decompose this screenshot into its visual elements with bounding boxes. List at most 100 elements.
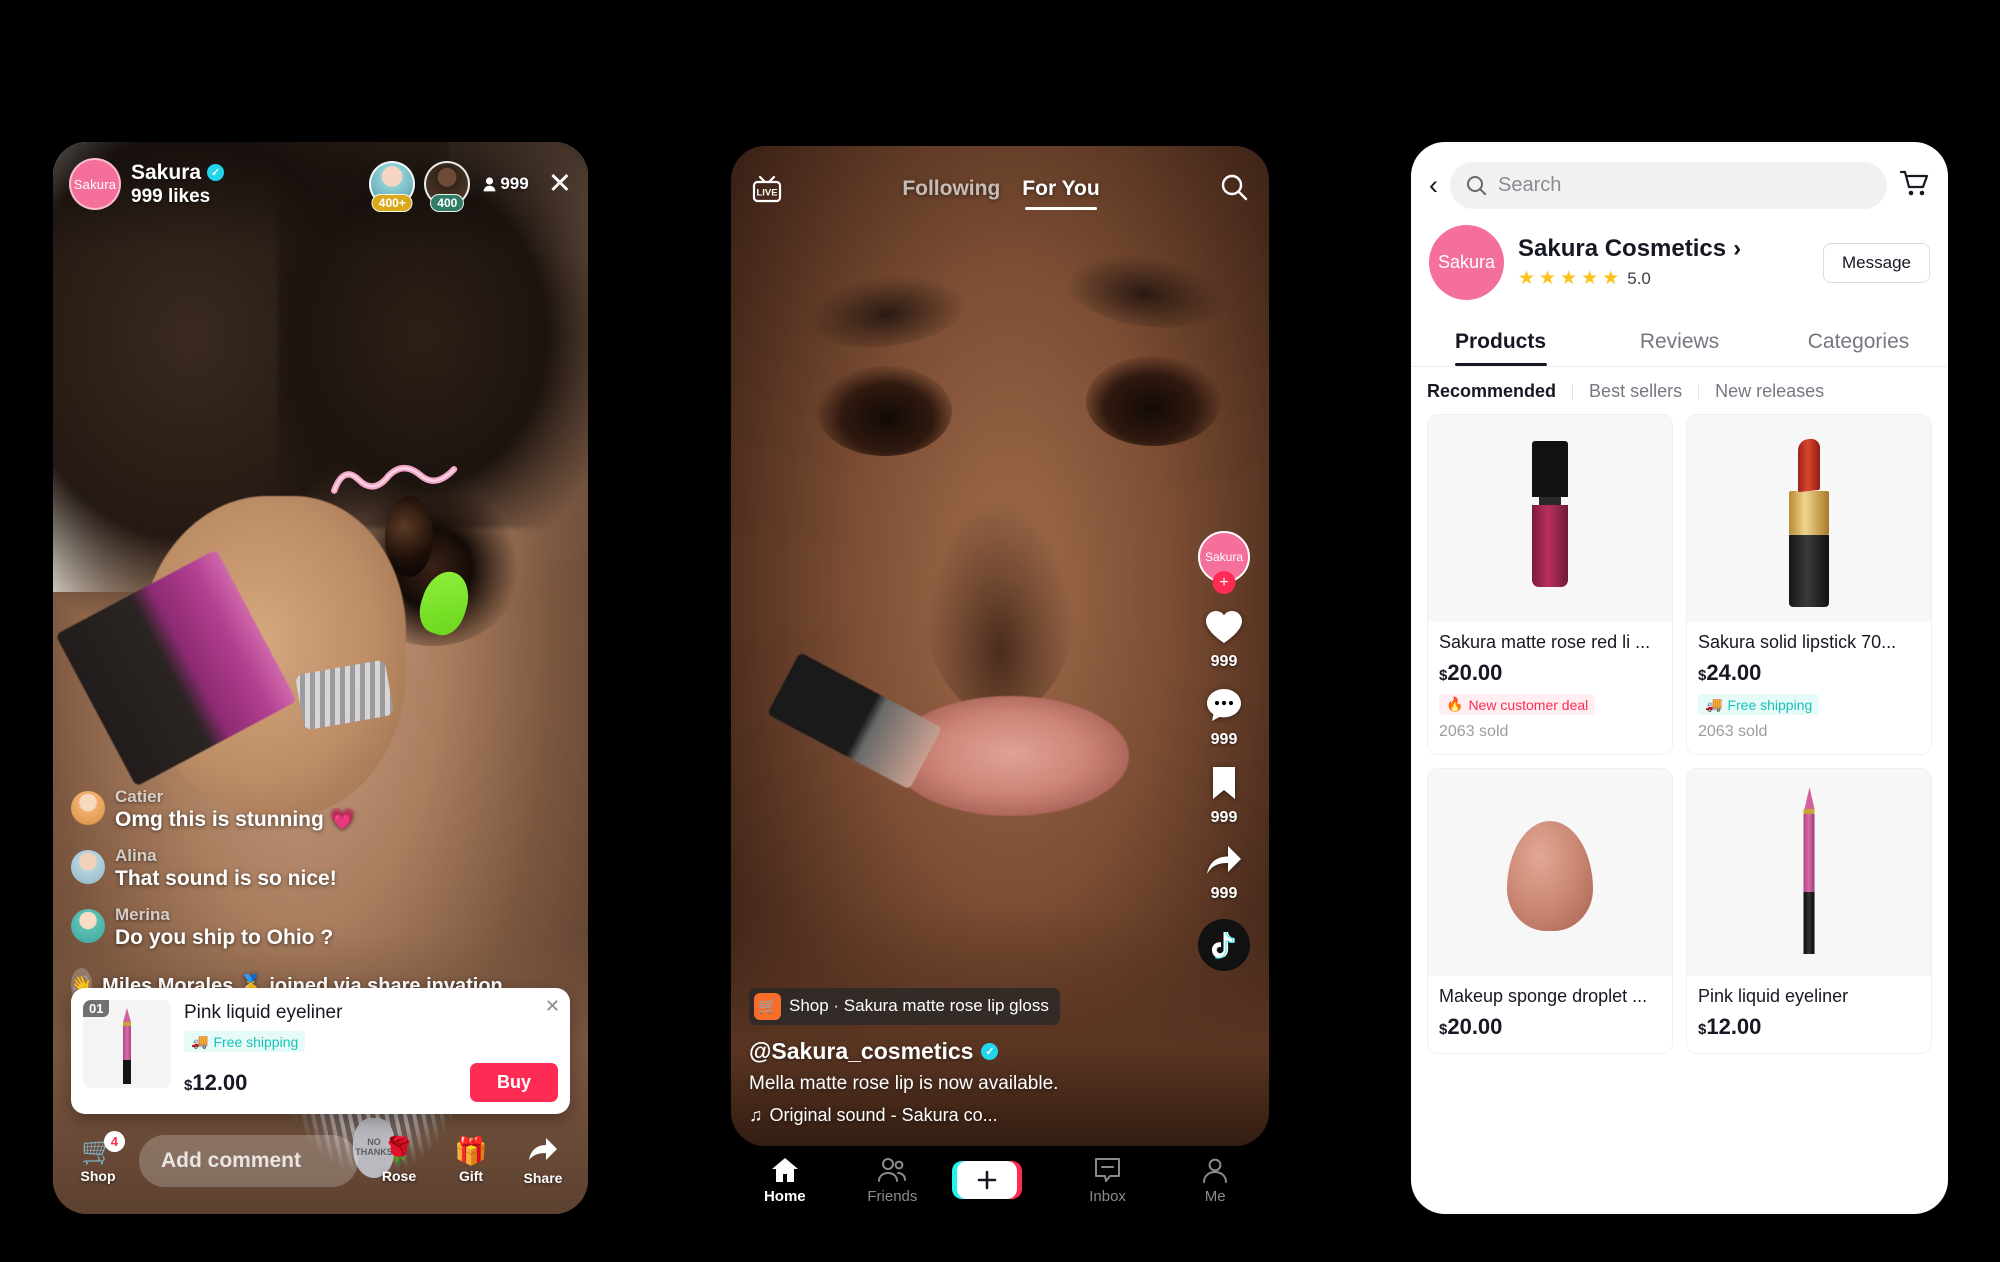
product-name: Pink liquid eyeliner	[1698, 986, 1849, 1006]
list-item: Alina That sound is so nice!	[71, 846, 491, 891]
eyeliner-art	[123, 1008, 131, 1084]
close-icon[interactable]: ✕	[545, 996, 560, 1017]
top-viewer-2[interactable]: 400	[424, 161, 471, 212]
share-button[interactable]: Share	[512, 1136, 574, 1186]
star-icon: ★	[1581, 268, 1599, 289]
profile-icon	[1172, 1156, 1258, 1184]
comment-user: Catier	[115, 787, 164, 806]
home-icon	[742, 1156, 828, 1184]
product-thumbnail: 01	[83, 1000, 171, 1088]
tab-for-you[interactable]: For You	[1022, 177, 1100, 210]
tab-categories[interactable]: Categories	[1769, 316, 1948, 366]
like-button[interactable]: 999	[1193, 609, 1255, 671]
product-name: Sakura matte rose red li ...	[1439, 632, 1651, 652]
product-name: Makeup sponge droplet ...	[1439, 986, 1648, 1006]
product-image	[1428, 415, 1672, 622]
comment-body: Merina Do you ship to Ohio ?	[115, 905, 333, 950]
product-price: $24.00	[1698, 660, 1920, 686]
status-badge-label: Free shipping	[213, 1033, 299, 1050]
shop-chip[interactable]: 🛒 Shop · Sakura matte rose lip gloss	[749, 987, 1060, 1025]
product-price: $12.00	[184, 1070, 247, 1096]
price-value: 12.00	[192, 1069, 248, 1095]
rose-button[interactable]: 🌹 Rose	[368, 1138, 430, 1185]
store-logo[interactable]: Sakura	[1429, 225, 1504, 300]
message-button[interactable]: Message	[1823, 242, 1930, 283]
nav-friends[interactable]: Friends	[849, 1156, 935, 1205]
tab-reviews[interactable]: Reviews	[1590, 316, 1769, 366]
like-count: 999	[1210, 653, 1238, 670]
top-viewer-1[interactable]: 400+	[369, 161, 416, 212]
cart-icon[interactable]	[1899, 169, 1930, 203]
bookmark-button[interactable]: 999	[1193, 765, 1255, 827]
buy-button[interactable]: Buy	[469, 1063, 558, 1102]
feed-bottom-nav: Home Friends Inbox Me	[731, 1146, 1269, 1214]
live-header-right: 400+ 400 999 ✕	[369, 161, 572, 212]
product-card[interactable]: Sakura matte rose red li ... $20.00 🔥 Ne…	[1427, 414, 1673, 755]
status-badge-label: New customer deal	[1468, 696, 1589, 713]
comment-body: Catier Omg this is stunning 💗	[115, 787, 356, 832]
gift-icon: 🎁	[454, 1136, 488, 1166]
status-badge: 🚚 Free shipping	[1698, 694, 1820, 715]
subtab-recommended[interactable]: Recommended	[1427, 381, 1572, 402]
tab-products[interactable]: Products	[1411, 316, 1590, 366]
plus-icon[interactable]: +	[1212, 571, 1236, 594]
author-avatar[interactable]: Sakura +	[1198, 531, 1250, 594]
video-nose	[924, 496, 1076, 716]
create-button[interactable]	[951, 1161, 1022, 1199]
sound-row[interactable]: ♫ Original sound - Sakura co...	[749, 1105, 1079, 1126]
comment-button[interactable]: 999	[1193, 687, 1255, 749]
nav-create[interactable]	[951, 1161, 1043, 1199]
live-header: Sakura Sakura ✓ 999 likes 400+ 400 999 ✕	[69, 158, 572, 212]
host-info: Sakura ✓ 999 likes	[131, 161, 225, 208]
video-eye-left	[817, 366, 952, 456]
truck-icon: 🚚	[1705, 696, 1723, 712]
avatar	[71, 791, 105, 825]
store-info: Sakura Cosmetics › ★ ★ ★ ★ ★ 5.0	[1518, 235, 1741, 290]
chevron-right-icon: ›	[1733, 235, 1742, 262]
nav-friends-label: Friends	[867, 1187, 918, 1205]
live-product-card[interactable]: 01 Pink liquid eyeliner 🚚 Free shipping …	[71, 988, 570, 1114]
host-avatar[interactable]: Sakura	[69, 158, 121, 210]
shop-header: ‹ Search	[1411, 142, 1948, 215]
store-name-row[interactable]: Sakura Cosmetics ›	[1518, 235, 1741, 263]
share-button[interactable]: 999	[1193, 843, 1255, 903]
viewer-count-label: 999	[500, 174, 529, 193]
tab-following[interactable]: Following	[902, 177, 1000, 201]
tiktok-note-icon[interactable]	[1198, 919, 1250, 971]
nav-me[interactable]: Me	[1172, 1156, 1258, 1205]
live-tv-icon[interactable]: LIVE	[751, 174, 783, 204]
heart-icon	[1193, 609, 1255, 651]
search-input[interactable]: Search	[1450, 162, 1887, 209]
feed-action-rail: Sakura + 999 999 999 999	[1193, 531, 1255, 971]
search-icon[interactable]	[1219, 172, 1249, 207]
product-image	[1687, 415, 1931, 622]
close-icon[interactable]: ✕	[548, 169, 572, 199]
host-name-row: Sakura ✓	[131, 161, 225, 185]
price-value: 12.00	[1706, 1014, 1762, 1039]
subtab-best-sellers[interactable]: Best sellers	[1573, 381, 1698, 402]
product-card[interactable]: Pink liquid eyeliner $12.00	[1686, 768, 1932, 1054]
share-arrow-icon	[1193, 843, 1255, 883]
product-title: Pink liquid eyeliner	[184, 1002, 343, 1023]
chevron-left-icon[interactable]: ‹	[1429, 172, 1438, 199]
nav-home[interactable]: Home	[742, 1156, 828, 1205]
author-row[interactable]: @Sakura_cosmetics ✓	[749, 1038, 1079, 1065]
gift-button[interactable]: 🎁 Gift	[440, 1136, 502, 1185]
product-card[interactable]: Makeup sponge droplet ... $20.00	[1427, 768, 1673, 1054]
nav-home-label: Home	[763, 1187, 806, 1205]
viewer-count[interactable]: 999	[483, 174, 529, 194]
product-card[interactable]: Sakura solid lipstick 70... $24.00 🚚 Fre…	[1686, 414, 1932, 755]
lipstick-art	[1789, 437, 1829, 607]
product-price: $12.00	[1698, 1014, 1920, 1040]
gift-label: Gift	[458, 1168, 484, 1184]
shop-tabs: Products Reviews Categories	[1411, 316, 1948, 367]
subtab-new-releases[interactable]: New releases	[1699, 381, 1840, 402]
product-info: Sakura matte rose red li ... $20.00 🔥 Ne…	[1428, 622, 1672, 754]
nav-inbox[interactable]: Inbox	[1065, 1156, 1151, 1205]
share-count: 999	[1210, 885, 1238, 902]
phone-feed: LIVE Following For You Sakura + 999 999 …	[731, 146, 1269, 1146]
add-comment-input[interactable]: Add comment	[139, 1135, 358, 1187]
shop-button[interactable]: 🛒 4 Shop	[67, 1131, 129, 1184]
product-price: $20.00	[1439, 660, 1661, 686]
live-comment-list: Catier Omg this is stunning 💗 Alina That…	[71, 773, 503, 1002]
